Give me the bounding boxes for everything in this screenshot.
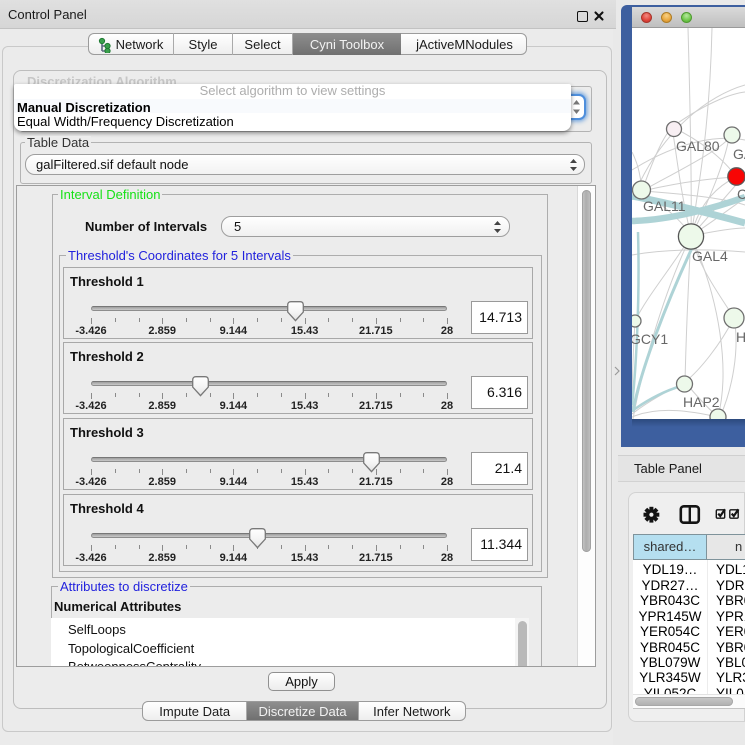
svg-text:GAL80: GAL80 bbox=[676, 138, 720, 154]
svg-text:HAP2: HAP2 bbox=[683, 394, 720, 410]
svg-text:GCY1: GCY1 bbox=[632, 331, 668, 347]
svg-text:H: H bbox=[736, 329, 745, 345]
svg-text:GAL11: GAL11 bbox=[643, 198, 686, 214]
svg-text:GAL4: GAL4 bbox=[692, 248, 728, 264]
svg-text:GA: GA bbox=[733, 146, 745, 162]
svg-text:CY: CY bbox=[737, 186, 745, 202]
